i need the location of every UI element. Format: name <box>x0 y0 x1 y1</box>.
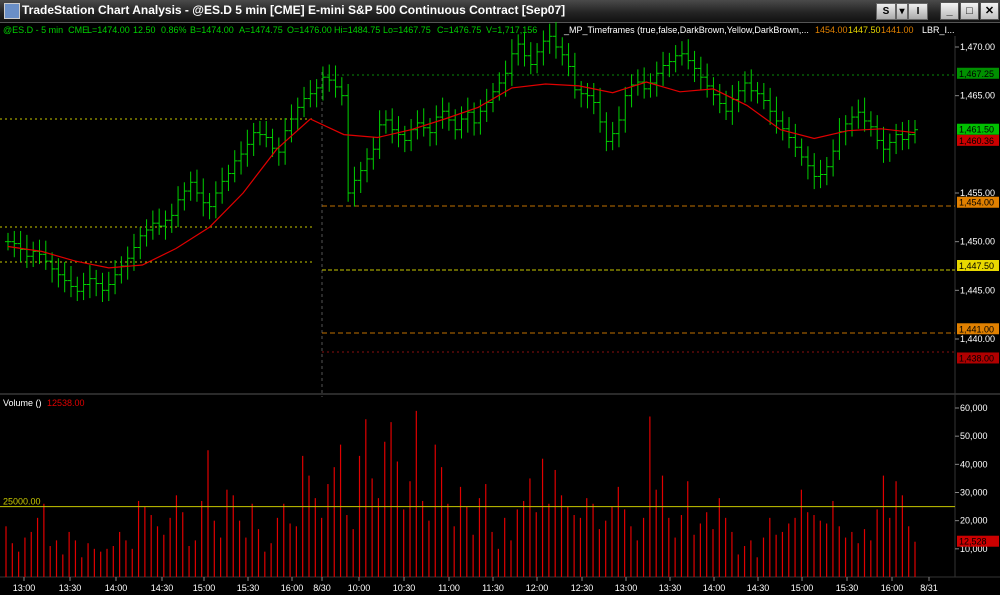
header-symbol: @ES.D - 5 min CME <box>3 25 88 35</box>
time-tick-label: 15:30 <box>237 583 260 593</box>
time-tick-label: 15:30 <box>836 583 859 593</box>
chart-canvas[interactable]: @ES.D - 5 min CME L=1474.00 12.50 0.86% … <box>0 22 1000 595</box>
time-tick-label: 13:00 <box>13 583 36 593</box>
window-title: TradeStation Chart Analysis - @ES.D 5 mi… <box>22 3 566 17</box>
indicator-name: _MP_Timeframes (true,false,DarkBrown,Yel… <box>563 25 809 35</box>
time-tick-label: 14:30 <box>747 583 770 593</box>
time-tick-label: 14:00 <box>703 583 726 593</box>
time-tick-label: 13:30 <box>659 583 682 593</box>
header-open: O=1476.00 <box>287 25 332 35</box>
time-tick-label: 10:30 <box>393 583 416 593</box>
indicator-name-2: LBR_I... <box>922 25 955 35</box>
price-labels: 1,467.25 1,461.501,460.36 1,454.00 1,447.50… <box>957 67 999 364</box>
ohlc-bars <box>5 22 918 303</box>
price-axis: 1,440.00 1,445.00 1,450.00 1,455.00 1,465.00… <box>955 42 995 344</box>
price-tick-label: 1,445.00 <box>960 285 995 295</box>
time-tick-label: 15:00 <box>193 583 216 593</box>
header-close: C=1476.75 <box>437 25 481 35</box>
volume-tick-label: 30,000 <box>960 488 988 498</box>
volume-reference-label: 25000.00 <box>3 497 41 507</box>
time-tick-label: 8/30 <box>313 583 331 593</box>
volume-reference: 25000.00 12,528 <box>0 497 999 547</box>
header-change: 12.50 <box>133 25 156 35</box>
price-tick-label: 1,465.00 <box>960 91 995 101</box>
time-axis: 13:00 13:30 14:00 14:30 15:00 15:30 16:00 8/30 1… <box>13 577 938 593</box>
time-tick-label: 16:00 <box>881 583 904 593</box>
app-icon <box>4 3 20 19</box>
price-label-text: 1,461.50 <box>959 125 994 135</box>
price-tick-label: 1,455.00 <box>960 188 995 198</box>
volume-axis: 10,00020,00030,00040,00050,00060,000 <box>955 403 988 554</box>
time-tick-label: 13:00 <box>615 583 638 593</box>
header-volume: V=1,717,156 <box>486 25 537 35</box>
price-label-text: 1,467.25 <box>959 69 994 79</box>
title-bar[interactable]: TradeStation Chart Analysis - @ES.D 5 mi… <box>0 0 1000 23</box>
header-last: L=1474.00 <box>87 25 130 35</box>
volume-tick-label: 20,000 <box>960 516 988 526</box>
symbol-dropdown-icon[interactable]: ▾ <box>896 3 908 20</box>
maximize-button[interactable]: □ <box>960 2 979 20</box>
price-label-text: 1,460.36 <box>959 136 994 146</box>
time-tick-label: 11:30 <box>482 583 504 593</box>
header-bid: B=1474.00 <box>190 25 234 35</box>
indicator-value-3: 1441.00 <box>881 25 914 35</box>
header-high: Hi=1484.75 <box>334 25 380 35</box>
time-tick-label: 11:00 <box>438 583 460 593</box>
info-button[interactable]: I <box>908 3 928 20</box>
time-tick-label: 12:00 <box>526 583 549 593</box>
header-ask: A=1474.75 <box>239 25 283 35</box>
indicator-value-1: 1454.00 <box>815 25 848 35</box>
volume-value: 12538.00 <box>47 398 85 408</box>
time-tick-label: 14:00 <box>105 583 128 593</box>
time-tick-label: 12:30 <box>571 583 594 593</box>
price-tick-label: 1,470.00 <box>960 42 995 52</box>
price-tick-label: 1,450.00 <box>960 237 995 247</box>
volume-tick-label: 50,000 <box>960 431 988 441</box>
header-pct: 0.86% <box>161 25 187 35</box>
price-label-text: 1,454.00 <box>959 198 994 208</box>
indicator-value-2: 1447.50 <box>848 25 881 35</box>
price-label-text: 1,438.00 <box>959 353 994 363</box>
close-button[interactable]: ✕ <box>980 2 999 20</box>
volume-last-label: 12,528 <box>959 537 987 547</box>
minimize-button[interactable]: _ <box>940 2 959 20</box>
volume-tick-label: 60,000 <box>960 403 988 413</box>
header-low: Lo=1467.75 <box>383 25 431 35</box>
volume-label: Volume () <box>3 398 42 408</box>
time-tick-label: 10:00 <box>348 583 371 593</box>
volume-bars <box>5 410 916 577</box>
symbol-link-button[interactable]: S <box>876 3 896 20</box>
price-label-text: 1,441.00 <box>959 324 994 334</box>
volume-tick-label: 40,000 <box>960 459 988 469</box>
time-tick-label: 8/31 <box>920 583 938 593</box>
time-tick-label: 16:00 <box>281 583 304 593</box>
time-tick-label: 14:30 <box>151 583 174 593</box>
time-tick-label: 13:30 <box>59 583 82 593</box>
price-label-text: 1,447.50 <box>959 261 994 271</box>
price-tick-label: 1,440.00 <box>960 334 995 344</box>
time-tick-label: 15:00 <box>791 583 814 593</box>
